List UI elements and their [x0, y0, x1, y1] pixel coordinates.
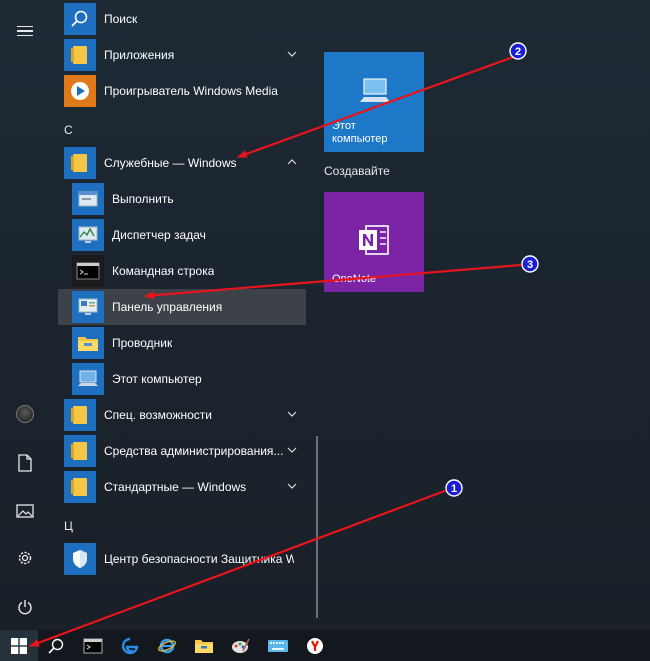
onenote-icon	[359, 225, 389, 255]
tile-group-heading[interactable]: Создавайте	[324, 164, 390, 178]
app-list-item-defender[interactable]: Центр безопасности Защитника W...	[58, 541, 306, 577]
folder-icon	[64, 435, 96, 467]
this-pc-icon	[360, 78, 390, 102]
app-label: Приложения	[104, 48, 175, 62]
start-menu: Поиск Приложения Проигрыватель Windows M…	[0, 0, 650, 630]
keyboard-icon[interactable]	[259, 630, 297, 661]
app-list-item-admin-tools[interactable]: Средства администрирования...	[58, 433, 306, 469]
avatar[interactable]	[0, 392, 50, 436]
app-list-item-control-panel[interactable]: Панель управления	[58, 289, 306, 325]
control-panel-icon	[72, 291, 104, 323]
settings-gear-icon[interactable]	[0, 536, 50, 580]
run-icon	[72, 183, 104, 215]
app-list-item-cmd[interactable]: Командная строка	[58, 253, 306, 289]
tile-onenote[interactable]: OneNote	[324, 192, 424, 292]
internet-explorer-icon[interactable]	[148, 630, 186, 661]
chevron-down-icon[interactable]	[286, 48, 298, 60]
edge-icon[interactable]	[111, 630, 149, 661]
app-list-item-this-pc[interactable]: Этот компьютер	[58, 361, 306, 397]
explorer-folder-icon[interactable]	[185, 630, 223, 661]
pictures-icon[interactable]	[0, 489, 50, 533]
taskbar	[0, 630, 650, 661]
tile-label-line: компьютер	[332, 133, 388, 145]
section-letter-s[interactable]: С	[64, 123, 73, 137]
app-label: Проигрыватель Windows Media	[104, 84, 278, 98]
app-list-item-search[interactable]: Поиск	[58, 1, 306, 37]
folder-icon	[64, 39, 96, 71]
app-label: Поиск	[104, 12, 138, 26]
app-list-item-run[interactable]: Выполнить	[58, 181, 306, 217]
app-label: Стандартные — Windows	[104, 480, 247, 494]
documents-icon[interactable]	[0, 441, 50, 485]
folder-icon	[64, 399, 96, 431]
start-windows-icon[interactable]	[0, 630, 38, 661]
this-pc-icon	[72, 363, 104, 395]
section-letter-ts[interactable]: Ц	[64, 519, 73, 533]
app-label: Этот компьютер	[112, 372, 202, 386]
paint-icon[interactable]	[222, 630, 260, 661]
cmd-icon	[72, 255, 104, 287]
tile-label: Этот компьютер	[332, 120, 387, 146]
search-icon[interactable]	[37, 630, 75, 661]
power-icon[interactable]	[0, 585, 50, 629]
tile-label-line: Этот	[332, 120, 356, 132]
tile-this-pc[interactable]: Этот компьютер	[324, 52, 424, 152]
explorer-folder-icon	[72, 327, 104, 359]
app-list-item-prilozheniya[interactable]: Приложения	[58, 37, 306, 73]
app-label: Спец. возможности	[104, 408, 212, 422]
yandex-browser-icon[interactable]	[296, 630, 334, 661]
folder-icon	[64, 471, 96, 503]
app-list: Поиск Приложения Проигрыватель Windows M…	[58, 0, 306, 630]
shield-icon	[64, 543, 96, 575]
folder-icon	[64, 147, 96, 179]
tile-label: OneNote	[332, 273, 377, 285]
start-left-rail	[0, 0, 50, 630]
chevron-down-icon[interactable]	[286, 480, 298, 492]
app-list-item-windows-tools[interactable]: Служебные — Windows	[58, 145, 306, 181]
app-label: Центр безопасности Защитника W...	[104, 552, 294, 566]
chevron-up-icon[interactable]	[286, 156, 298, 168]
search-icon	[64, 3, 96, 35]
app-list-scrollbar[interactable]	[316, 436, 318, 618]
chevron-down-icon[interactable]	[286, 444, 298, 456]
app-list-item-task-manager[interactable]: Диспетчер задач	[58, 217, 306, 253]
app-label: Служебные — Windows	[104, 156, 237, 170]
hamburger-menu-icon[interactable]	[0, 9, 50, 53]
app-label: Панель управления	[112, 300, 223, 314]
app-label: Диспетчер задач	[112, 228, 206, 242]
app-list-item-explorer[interactable]: Проводник	[58, 325, 306, 361]
app-label: Средства администрирования...	[104, 444, 284, 458]
app-list-item-standard-windows[interactable]: Стандартные — Windows	[58, 469, 306, 505]
app-label: Проводник	[112, 336, 173, 350]
app-label: Выполнить	[112, 192, 174, 206]
cmd-icon[interactable]	[74, 630, 112, 661]
app-label: Командная строка	[112, 264, 215, 278]
app-list-item-accessibility[interactable]: Спец. возможности	[58, 397, 306, 433]
app-list-item-media-player[interactable]: Проигрыватель Windows Media	[58, 73, 306, 109]
media-player-icon	[64, 75, 96, 107]
chevron-down-icon[interactable]	[286, 408, 298, 420]
task-manager-icon	[72, 219, 104, 251]
